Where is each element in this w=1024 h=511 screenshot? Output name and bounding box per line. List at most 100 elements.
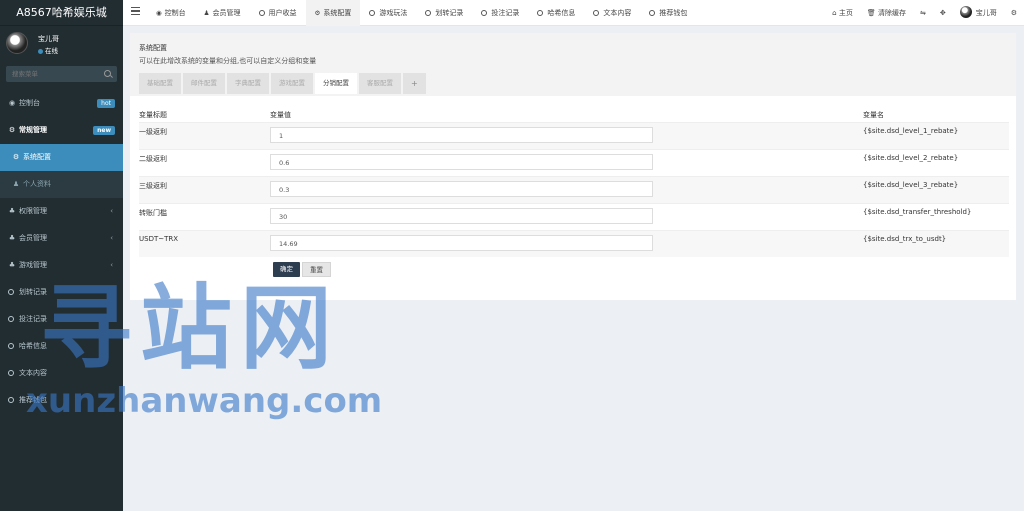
tab-user-earnings[interactable]: 用户收益 bbox=[250, 0, 306, 26]
tab-distribution-config[interactable]: 分销配置 bbox=[315, 73, 357, 94]
avatar bbox=[959, 6, 972, 18]
group-icon: ♣ bbox=[8, 234, 16, 242]
circle-icon bbox=[8, 343, 14, 349]
page-description: 可以在此增改系统的变量和分组,也可以自定义分组和变量 bbox=[139, 57, 317, 65]
home-link[interactable]: ⌂ 主页 bbox=[825, 0, 860, 26]
value-input[interactable]: 0.3 bbox=[270, 180, 653, 197]
avatar bbox=[6, 32, 28, 54]
user-menu[interactable]: 宝儿哥 bbox=[953, 0, 1004, 26]
tab-text-content[interactable]: 文本内容 bbox=[584, 0, 640, 26]
language-icon[interactable]: ⇋ bbox=[913, 0, 933, 26]
cogs-icon: ⚙ bbox=[8, 126, 16, 134]
home-icon: ⌂ bbox=[832, 9, 839, 17]
row-variable: {$site.dsd_trx_to_usdt} bbox=[863, 229, 1009, 257]
chevron-left-icon: ‹ bbox=[110, 207, 113, 215]
cog-icon: ⚙ bbox=[314, 9, 321, 17]
user-icon: ♟ bbox=[12, 180, 20, 188]
row-title: 二级返利 bbox=[139, 148, 270, 176]
hot-badge: hot bbox=[97, 99, 115, 108]
value-input[interactable]: 14.69 bbox=[270, 234, 653, 251]
config-tabs: 基础配置 邮件配置 字典配置 游戏配置 分销配置 客服配置 + bbox=[139, 73, 1007, 94]
table-row: 一级返利 1 {$site.dsd_level_1_rebate} bbox=[139, 121, 1009, 149]
value-input[interactable]: 30 bbox=[270, 207, 653, 224]
config-panel: 系统配置 可以在此增改系统的变量和分组,也可以自定义分组和变量 基础配置 邮件配… bbox=[130, 33, 1016, 300]
sidebar-item-general[interactable]: ⚙ 常规管理 new bbox=[0, 117, 123, 144]
circle-icon bbox=[8, 397, 14, 403]
user-panel: 宝儿哥 在线 bbox=[0, 26, 123, 62]
fullscreen-icon[interactable]: ✥ bbox=[933, 0, 953, 26]
circle-icon bbox=[8, 289, 14, 295]
sidebar-item-permissions[interactable]: ♣ 权限管理 ‹ bbox=[0, 198, 123, 225]
tab-email-config[interactable]: 邮件配置 bbox=[183, 73, 225, 94]
value-input[interactable]: 0.6 bbox=[270, 153, 653, 170]
settings-icon[interactable]: ⚙ bbox=[1004, 0, 1024, 26]
tab-basic-config[interactable]: 基础配置 bbox=[139, 73, 181, 94]
circle-icon bbox=[369, 10, 376, 16]
online-dot-icon bbox=[38, 48, 43, 54]
new-badge: new bbox=[93, 126, 115, 135]
row-title: 一级返利 bbox=[139, 121, 270, 149]
header-value: 变量值 bbox=[270, 110, 291, 119]
row-variable: {$site.dsd_transfer_threshold} bbox=[863, 202, 1009, 230]
tab-dictionary-config[interactable]: 字典配置 bbox=[227, 73, 269, 94]
row-variable: {$site.dsd_level_1_rebate} bbox=[863, 121, 1009, 149]
table-row: 二级返利 0.6 {$site.dsd_level_2_rebate} bbox=[139, 148, 1009, 176]
table-row: USDT~TRX 14.69 {$site.dsd_trx_to_usdt} bbox=[139, 229, 1009, 257]
circle-icon bbox=[258, 10, 265, 16]
table-row: 三级返利 0.3 {$site.dsd_level_3_rebate} bbox=[139, 175, 1009, 203]
watermark-url: xunzhanwang.com bbox=[26, 381, 383, 421]
panel-header: 系统配置 可以在此增改系统的变量和分组,也可以自定义分组和变量 基础配置 邮件配… bbox=[130, 33, 1016, 96]
search-icon[interactable] bbox=[104, 70, 111, 77]
group-icon: ♣ bbox=[8, 261, 16, 269]
circle-icon bbox=[649, 10, 656, 16]
user-name: 宝儿哥 bbox=[38, 35, 59, 43]
tab-bets[interactable]: 投注记录 bbox=[472, 0, 528, 26]
page-title: 系统配置 bbox=[139, 44, 167, 52]
trash-icon: 🗑 bbox=[866, 9, 878, 17]
chevron-left-icon: ‹ bbox=[110, 234, 113, 242]
circle-icon bbox=[8, 370, 14, 376]
sidebar-item-system-config[interactable]: ⚙ 系统配置 bbox=[0, 144, 123, 171]
row-variable: {$site.dsd_level_3_rebate} bbox=[863, 175, 1009, 203]
sidebar-item-profile[interactable]: ♟ 个人资料 bbox=[0, 171, 123, 198]
value-input[interactable]: 1 bbox=[270, 126, 653, 143]
sidebar-item-members[interactable]: ♣ 会员管理 ‹ bbox=[0, 225, 123, 252]
sidebar-item-dashboard[interactable]: ◉ 控制台 hot bbox=[0, 90, 123, 117]
dashboard-icon: ◉ bbox=[8, 99, 16, 107]
header-name: 变量名 bbox=[863, 110, 884, 119]
sidebar-search bbox=[6, 66, 117, 82]
nav-tabs: ◉ 控制台 ♟ 会员管理 用户收益 ⚙ 系统配置 游戏玩法 划转记录 投注记录 哈希信… bbox=[147, 0, 696, 26]
dashboard-icon: ◉ bbox=[156, 9, 162, 17]
group-icon: ♣ bbox=[8, 207, 16, 215]
clear-cache-button[interactable]: 🗑 清除缓存 bbox=[860, 0, 913, 26]
circle-icon bbox=[593, 10, 600, 16]
menu-toggle-icon[interactable] bbox=[131, 7, 140, 16]
row-title: 转账门槛 bbox=[139, 202, 270, 230]
watermark-chinese: 寻站网 bbox=[40, 275, 341, 382]
circle-icon bbox=[425, 10, 432, 16]
row-variable: {$site.dsd_level_2_rebate} bbox=[863, 148, 1009, 176]
add-tab-button[interactable]: + bbox=[403, 73, 426, 94]
user-status: 在线 bbox=[38, 45, 58, 55]
header-title: 变量标题 bbox=[139, 110, 167, 119]
tab-game-config[interactable]: 游戏配置 bbox=[271, 73, 313, 94]
tab-game-rules[interactable]: 游戏玩法 bbox=[360, 0, 416, 26]
tab-support-config[interactable]: 客服配置 bbox=[359, 73, 401, 94]
circle-icon bbox=[8, 316, 14, 322]
row-title: USDT~TRX bbox=[139, 229, 270, 257]
tab-transfers[interactable]: 划转记录 bbox=[416, 0, 472, 26]
circle-icon bbox=[537, 10, 544, 16]
right-nav: ⌂ 主页 🗑 清除缓存 ⇋ ✥ 宝儿哥 ⚙ bbox=[825, 0, 1024, 26]
top-nav: ◉ 控制台 ♟ 会员管理 用户收益 ⚙ 系统配置 游戏玩法 划转记录 投注记录 哈希信… bbox=[123, 0, 1024, 26]
table-row: 转账门槛 30 {$site.dsd_transfer_threshold} bbox=[139, 202, 1009, 230]
tab-dashboard[interactable]: ◉ 控制台 bbox=[147, 0, 195, 26]
search-input[interactable] bbox=[6, 66, 96, 82]
tab-wallet[interactable]: 推荐钱包 bbox=[640, 0, 696, 26]
tab-members[interactable]: ♟ 会员管理 bbox=[195, 0, 250, 26]
sidebar: A8567哈希娱乐城 宝儿哥 在线 ◉控制台 hot ⚙常规管理 new ⚙系统… bbox=[0, 0, 123, 511]
tab-hash-info[interactable]: 哈希信息 bbox=[528, 0, 584, 26]
row-title: 三级返利 bbox=[139, 175, 270, 203]
brand-logo[interactable]: A8567哈希娱乐城 bbox=[0, 0, 123, 26]
circle-icon bbox=[481, 10, 488, 16]
tab-system-config[interactable]: ⚙ 系统配置 bbox=[305, 0, 361, 26]
